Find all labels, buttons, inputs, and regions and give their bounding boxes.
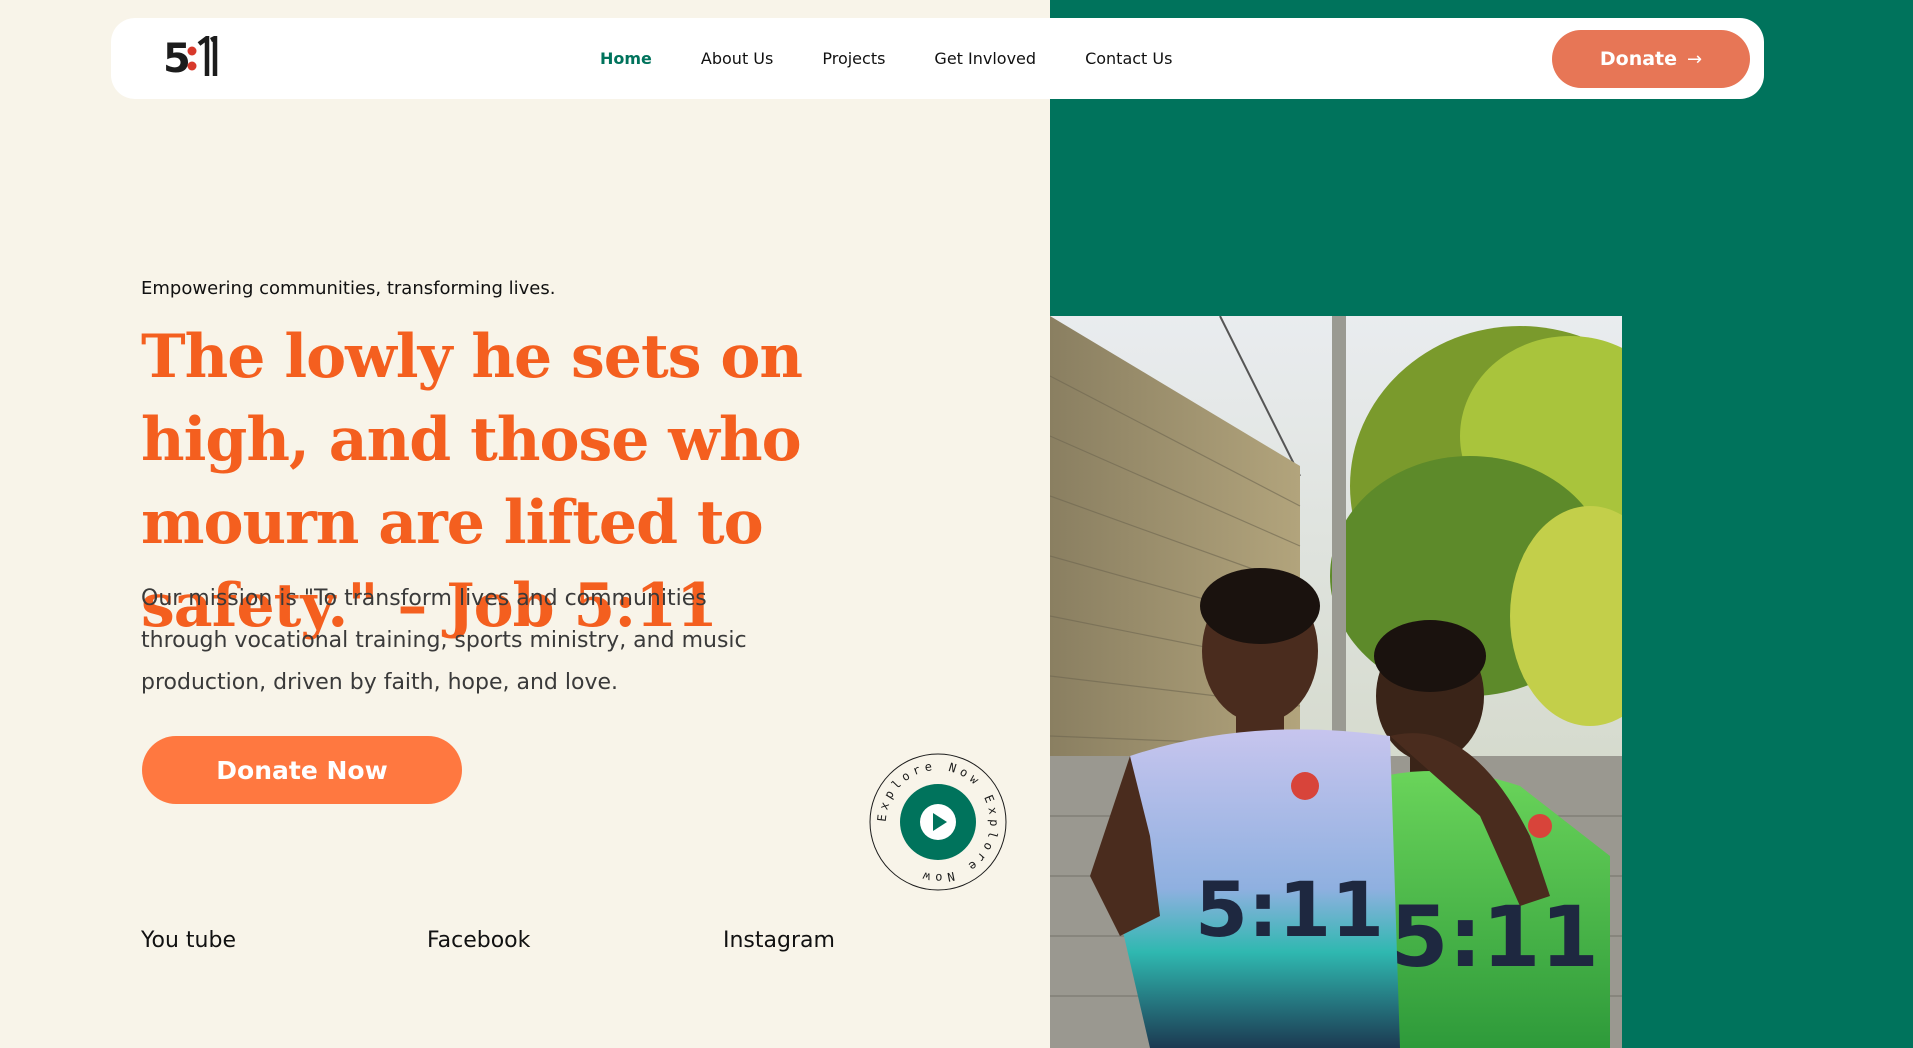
svg-text:5:11: 5:11 [1390, 888, 1599, 986]
hero-tagline: Empowering communities, transforming liv… [141, 278, 556, 299]
nav-get-involved[interactable]: Get Invloved [934, 49, 1036, 68]
mission-statement: Our mission is "To transform lives and c… [141, 586, 747, 695]
nav-home[interactable]: Home [600, 49, 652, 68]
explore-now-badge[interactable]: Explore Now Explore Now [868, 752, 1008, 892]
instagram-link[interactable]: Instagram [723, 928, 835, 953]
youtube-link[interactable]: You tube [141, 928, 236, 953]
donate-now-button[interactable]: Donate Now [142, 736, 462, 804]
play-icon [920, 804, 956, 840]
nav-about-us[interactable]: About Us [701, 49, 773, 68]
donate-button[interactable]: Donate → [1552, 30, 1750, 88]
top-navbar: 5 Home About Us Projects Get Invloved Co… [111, 18, 1764, 99]
svg-text:5: 5 [163, 36, 191, 80]
nav-contact-us[interactable]: Contact Us [1085, 49, 1172, 68]
nav-projects[interactable]: Projects [822, 49, 885, 68]
facebook-link[interactable]: Facebook [427, 928, 530, 953]
brand-logo[interactable]: 5 [163, 33, 223, 82]
svg-text:5:11: 5:11 [1195, 865, 1384, 954]
nav-links: Home About Us Projects Get Invloved Cont… [600, 18, 1221, 99]
donate-button-label: Donate [1599, 48, 1678, 70]
hero-photo: 5:11 5:11 [1050, 316, 1622, 1048]
arrow-right-icon: → [1687, 48, 1703, 70]
